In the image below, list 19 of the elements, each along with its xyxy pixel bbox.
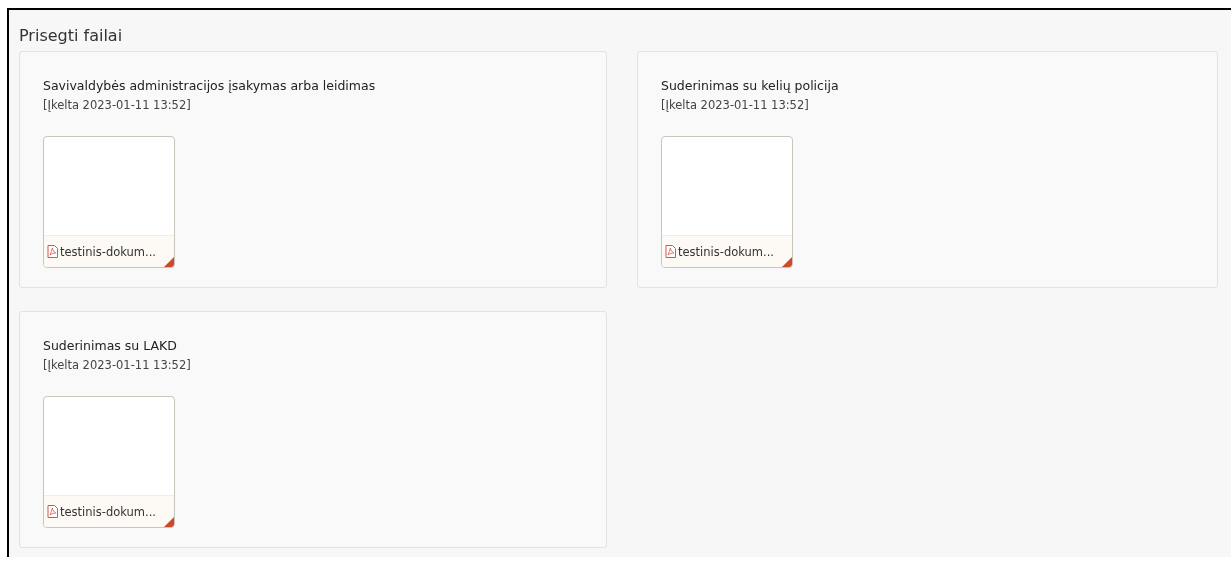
- file-name: testinis-dokum...: [60, 244, 156, 259]
- upload-date: [Įkelta 2023-01-11 13:52]: [661, 97, 810, 113]
- upload-date: [Įkelta 2023-01-11 13:52]: [43, 357, 192, 373]
- upload-date: [Įkelta 2023-01-11 13:52]: [43, 97, 192, 113]
- document-title: Suderinimas su kelių policija: [661, 78, 840, 94]
- section-title: Prisegti failai: [19, 25, 124, 47]
- corner-mark: [164, 517, 174, 527]
- pdf-icon: [665, 245, 676, 258]
- document-title: Suderinimas su LAKD: [43, 338, 178, 354]
- file-name: testinis-dokum...: [678, 244, 774, 259]
- pdf-icon: [47, 245, 58, 258]
- document-title: Savivaldybės administracijos įsakymas arba leidimas: [43, 78, 377, 94]
- file-thumbnail[interactable]: testinis-dokum...: [43, 396, 175, 528]
- file-thumbnail[interactable]: testinis-dokum...: [661, 136, 793, 268]
- file-name: testinis-dokum...: [60, 504, 156, 519]
- pdf-icon: [47, 505, 58, 518]
- corner-mark: [164, 257, 174, 267]
- corner-mark: [782, 257, 792, 267]
- file-thumbnail[interactable]: testinis-dokum...: [43, 136, 175, 268]
